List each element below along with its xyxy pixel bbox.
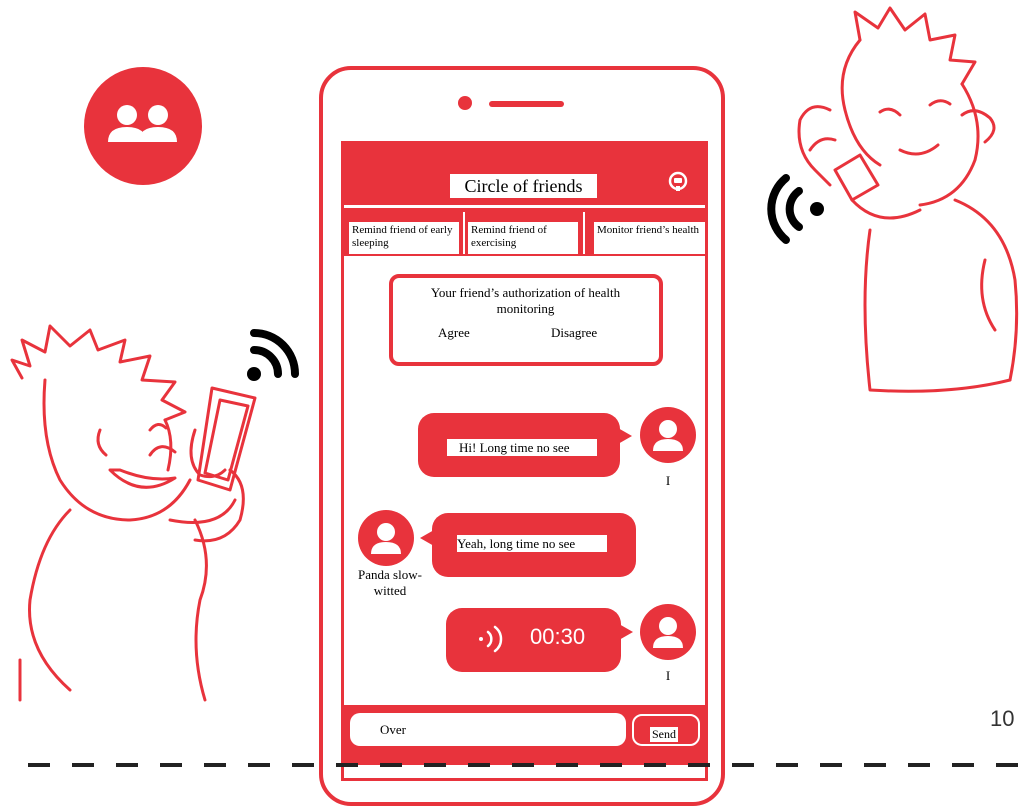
dashed-separator — [28, 763, 1026, 767]
